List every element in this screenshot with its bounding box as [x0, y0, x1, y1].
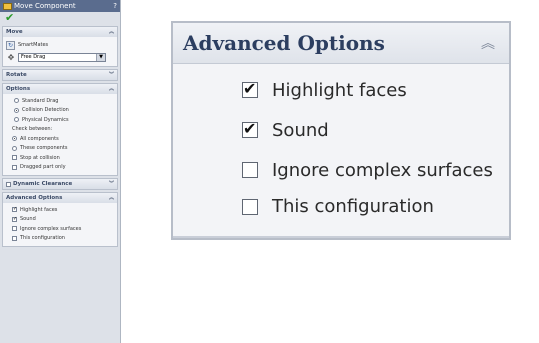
radio-icon	[14, 98, 19, 104]
this-configuration-checkbox[interactable]: This configuration	[6, 234, 114, 244]
ignore-complex-surfaces-label: Ignore complex surfaces	[20, 225, 82, 232]
checkbox-icon	[12, 155, 17, 161]
collapse-chevron-icon[interactable]: ︽	[109, 84, 114, 94]
radio-icon	[12, 145, 17, 151]
zoom-sound-label: Sound	[272, 119, 329, 141]
property-manager-panel: Move Component ? ✔ Move ︽ ↻ SmartMates ✥…	[0, 0, 121, 343]
options-group-header[interactable]: Options ︽	[3, 84, 117, 94]
ignore-complex-surfaces-checkbox[interactable]: Ignore complex surfaces	[6, 224, 114, 234]
checkbox-icon	[12, 164, 17, 170]
collapse-chevron-icon[interactable]: ︽	[481, 33, 495, 53]
panel-titlebar: Move Component ?	[0, 0, 120, 12]
move-group: Move ︽ ↻ SmartMates ✥ Free Drag ▼	[2, 26, 118, 67]
these-components-radio[interactable]: These components	[6, 144, 114, 154]
smartmates-button[interactable]: ↻ SmartMates	[6, 39, 114, 51]
advanced-options-title: Advanced Options	[6, 195, 63, 201]
checked-checkbox-icon	[242, 119, 258, 138]
dynamic-clearance-title: Dynamic Clearance	[13, 181, 73, 187]
zoom-ignore-complex-surfaces-label: Ignore complex surfaces	[272, 159, 493, 181]
expand-chevron-icon[interactable]: ︾	[109, 179, 114, 189]
collision-detection-label: Collision Detection	[22, 107, 69, 114]
advanced-options-zoom-panel: Advanced Options ︽ Highlight faces Sound…	[171, 21, 511, 240]
drag-mode-select[interactable]: Free Drag ▼	[18, 52, 106, 62]
smartmates-label: SmartMates	[18, 42, 49, 48]
zoom-header-title: Advanced Options	[183, 31, 385, 55]
standard-drag-label: Standard Drag	[22, 97, 59, 104]
highlight-faces-checkbox[interactable]: ✓ Highlight faces	[6, 205, 114, 215]
physical-dynamics-radio[interactable]: Physical Dynamics	[6, 115, 114, 125]
standard-drag-radio[interactable]: Standard Drag	[6, 96, 114, 106]
checkbox-icon	[12, 235, 17, 241]
dynamic-clearance-header[interactable]: Dynamic Clearance ︾	[3, 179, 117, 189]
checked-checkbox-icon: ✓	[12, 206, 18, 213]
zoom-ignore-complex-surfaces-checkbox[interactable]: Ignore complex surfaces	[173, 150, 509, 190]
move-group-title: Move	[6, 29, 23, 35]
checked-checkbox-icon: ✓	[12, 215, 18, 222]
all-components-label: All components	[20, 135, 59, 142]
check-between-label: Check between:	[12, 126, 53, 133]
checked-checkbox-icon	[242, 79, 258, 98]
move-arrows-icon: ✥	[7, 52, 15, 62]
collision-detection-radio[interactable]: Collision Detection	[6, 106, 114, 116]
dragged-part-only-label: Dragged part only	[20, 164, 66, 171]
drag-mode-value: Free Drag	[21, 54, 46, 60]
zoom-highlight-faces-checkbox[interactable]: Highlight faces	[173, 70, 509, 110]
rotate-group: Rotate ︾	[2, 69, 118, 81]
dynamic-clearance-group: Dynamic Clearance ︾	[2, 178, 118, 190]
zoom-sound-checkbox[interactable]: Sound	[173, 110, 509, 150]
dynamic-clearance-checkbox[interactable]	[6, 181, 11, 187]
checkbox-icon	[242, 198, 258, 215]
panel-title: Move Component	[14, 2, 76, 10]
help-icon[interactable]: ?	[113, 0, 117, 12]
advanced-options-header[interactable]: Advanced Options ︽	[3, 193, 117, 203]
drag-mode-row: ✥ Free Drag ▼	[6, 51, 114, 63]
options-group: Options ︽ Standard Drag Collision Detect…	[2, 83, 118, 176]
checkbox-icon	[12, 226, 17, 232]
zoom-panel-bottom-border	[173, 236, 509, 238]
zoom-this-configuration-label: This configuration	[272, 196, 434, 217]
stop-at-collision-label: Stop at collision	[20, 154, 60, 161]
highlight-faces-label: Highlight faces	[20, 206, 58, 213]
this-configuration-label: This configuration	[20, 235, 65, 242]
dragged-part-only-checkbox[interactable]: Dragged part only	[6, 163, 114, 173]
collapse-chevron-icon[interactable]: ︽	[109, 27, 114, 37]
rotate-group-header[interactable]: Rotate ︾	[3, 70, 117, 80]
ok-checkmark-icon[interactable]: ✔	[0, 12, 120, 24]
radio-selected-icon	[12, 136, 17, 142]
these-components-label: These components	[20, 145, 68, 152]
zoom-highlight-faces-label: Highlight faces	[272, 79, 407, 101]
checkbox-icon	[242, 162, 258, 178]
sound-label: Sound	[20, 216, 36, 223]
options-group-title: Options	[6, 86, 31, 92]
smartmates-icon: ↻	[6, 40, 15, 50]
zoom-this-configuration-checkbox[interactable]: This configuration	[173, 190, 509, 223]
chevron-down-icon[interactable]: ▼	[96, 53, 105, 61]
move-component-icon	[3, 2, 12, 10]
advanced-options-group: Advanced Options ︽ ✓ Highlight faces ✓ S…	[2, 192, 118, 247]
stop-at-collision-checkbox[interactable]: Stop at collision	[6, 153, 114, 163]
zoom-header[interactable]: Advanced Options ︽	[173, 23, 509, 64]
expand-chevron-icon[interactable]: ︾	[109, 70, 114, 80]
physical-dynamics-label: Physical Dynamics	[22, 116, 69, 123]
collapse-chevron-icon[interactable]: ︽	[109, 193, 114, 203]
sound-checkbox[interactable]: ✓ Sound	[6, 215, 114, 225]
rotate-group-title: Rotate	[6, 72, 27, 78]
move-group-header[interactable]: Move ︽	[3, 27, 117, 37]
radio-icon	[14, 117, 19, 123]
all-components-radio[interactable]: All components	[6, 134, 114, 144]
radio-selected-icon	[14, 107, 19, 113]
